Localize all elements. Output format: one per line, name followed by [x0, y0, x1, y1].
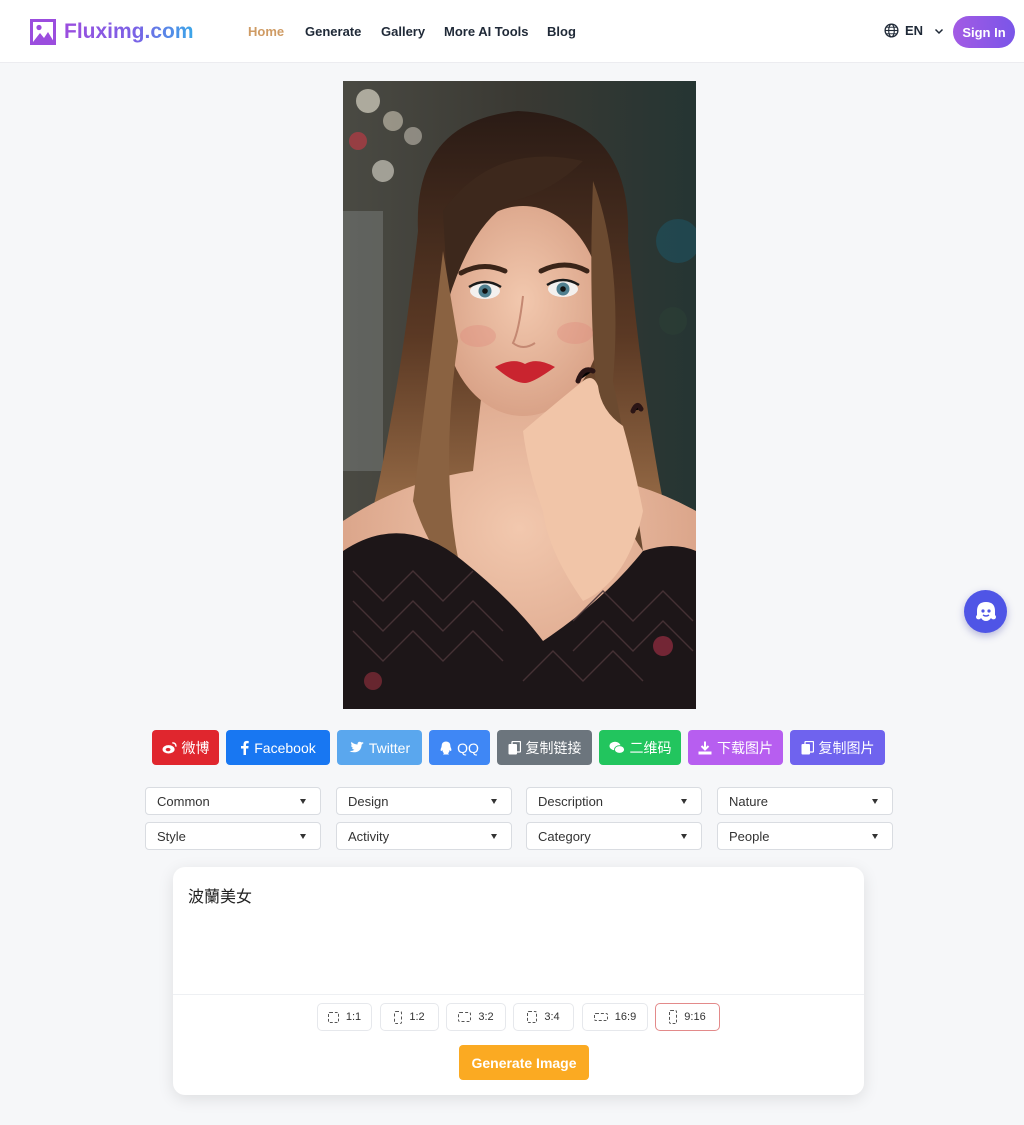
filter-design-label: Design: [348, 793, 389, 809]
assistant-float-button[interactable]: [964, 590, 1007, 633]
share-weibo-button[interactable]: 微博: [152, 730, 219, 765]
filter-people-label: People: [729, 828, 770, 844]
twitter-icon: [349, 741, 364, 753]
qrcode-button[interactable]: 二维码: [599, 730, 681, 765]
caret-down-icon: [872, 799, 878, 804]
share-facebook-label: Facebook: [254, 739, 316, 756]
copy-link-label: 复制链接: [525, 739, 582, 756]
filter-nature-select[interactable]: Nature: [717, 787, 893, 815]
ratio-16-9-button[interactable]: 16:9: [582, 1003, 648, 1031]
ratio-1-2-button[interactable]: 1:2: [380, 1003, 439, 1031]
share-qq-label: QQ: [457, 739, 479, 756]
caret-down-icon: [491, 834, 497, 839]
card-divider: [173, 994, 864, 995]
nav-home[interactable]: Home: [248, 24, 305, 39]
copy-image-button[interactable]: 复制图片: [790, 730, 885, 765]
facebook-icon: [241, 740, 249, 755]
chevron-down-icon: [935, 28, 944, 34]
filter-style-label: Style: [157, 828, 186, 844]
nav-generate[interactable]: Generate: [305, 24, 381, 39]
copy-link-button[interactable]: 复制链接: [497, 730, 592, 765]
portrait-frame-icon: [669, 1010, 678, 1024]
prompt-card: 波蘭美女 1:1 1:2 3:2 3:4 16:9 9:16 Generate …: [173, 867, 864, 1095]
generated-image: [343, 81, 696, 709]
sign-in-button[interactable]: Sign In: [953, 16, 1015, 48]
filter-category-select[interactable]: Category: [526, 822, 702, 850]
prompt-input[interactable]: 波蘭美女: [188, 883, 848, 983]
caret-down-icon: [872, 834, 878, 839]
qq-icon: [440, 741, 452, 754]
ratio-3-4-label: 3:4: [544, 1011, 560, 1023]
ratio-1-1-label: 1:1: [345, 1011, 362, 1023]
ratio-1-1-button[interactable]: 1:1: [317, 1003, 372, 1031]
filter-description-label: Description: [538, 793, 604, 809]
download-image-label: 下载图片: [717, 739, 773, 756]
filter-people-select[interactable]: People: [717, 822, 893, 850]
portrait-frame-icon: [394, 1010, 403, 1024]
ratio-9-16-button[interactable]: 9:16: [655, 1003, 720, 1031]
copy-icon: [801, 740, 814, 754]
brand-logo[interactable]: Fluximg.com: [30, 17, 194, 47]
image-icon: [30, 19, 56, 45]
square-frame-icon: [327, 1011, 339, 1023]
ratio-3-2-label: 3:2: [478, 1011, 494, 1023]
portrait-illustration: [343, 81, 696, 709]
language-code: EN: [905, 23, 924, 38]
globe-icon: [884, 23, 899, 38]
share-qq-button[interactable]: QQ: [429, 730, 490, 765]
filter-category-label: Category: [538, 828, 591, 844]
filter-style-select[interactable]: Style: [145, 822, 321, 850]
caret-down-icon: [300, 834, 306, 839]
filter-design-select[interactable]: Design: [336, 787, 512, 815]
share-facebook-button[interactable]: Facebook: [226, 730, 330, 765]
copy-icon: [508, 740, 521, 754]
nav-blog[interactable]: Blog: [547, 24, 587, 39]
filter-nature-label: Nature: [729, 793, 769, 809]
caret-down-icon: [491, 799, 497, 804]
ratio-9-16-label: 9:16: [684, 1011, 706, 1023]
caret-down-icon: [681, 834, 687, 839]
portrait-frame-icon: [527, 1011, 538, 1023]
landscape-frame-icon: [593, 1013, 608, 1021]
wechat-icon: [609, 741, 625, 754]
filter-activity-label: Activity: [348, 828, 390, 844]
nav-gallery[interactable]: Gallery: [381, 24, 444, 39]
brand-name: Fluximg.com: [64, 20, 194, 43]
share-weibo-label: 微博: [181, 739, 210, 756]
weibo-icon: [162, 742, 177, 754]
generate-image-button[interactable]: Generate Image: [459, 1045, 589, 1080]
ratio-1-2-label: 1:2: [409, 1011, 425, 1023]
nav-more-ai-tools[interactable]: More AI Tools: [444, 24, 547, 39]
share-twitter-label: Twitter: [368, 739, 411, 756]
qrcode-label: 二维码: [629, 739, 672, 756]
caret-down-icon: [681, 799, 687, 804]
share-twitter-button[interactable]: Twitter: [337, 730, 422, 765]
copy-image-label: 复制图片: [818, 739, 875, 756]
ratio-3-2-button[interactable]: 3:2: [446, 1003, 506, 1031]
download-icon: [698, 741, 712, 754]
ratio-16-9-label: 16:9: [614, 1011, 637, 1023]
filter-common-select[interactable]: Common: [145, 787, 321, 815]
chat-bot-icon: [975, 601, 996, 621]
landscape-frame-icon: [458, 1012, 472, 1022]
ratio-3-4-button[interactable]: 3:4: [513, 1003, 574, 1031]
top-navbar: Fluximg.com Home Generate Gallery More A…: [0, 0, 1024, 63]
main-nav: Home Generate Gallery More AI Tools Blog: [248, 24, 587, 39]
filter-common-label: Common: [157, 793, 210, 809]
language-selector[interactable]: EN: [884, 23, 945, 38]
caret-down-icon: [300, 799, 306, 804]
download-image-button[interactable]: 下载图片: [688, 730, 783, 765]
filter-description-select[interactable]: Description: [526, 787, 702, 815]
filter-activity-select[interactable]: Activity: [336, 822, 512, 850]
